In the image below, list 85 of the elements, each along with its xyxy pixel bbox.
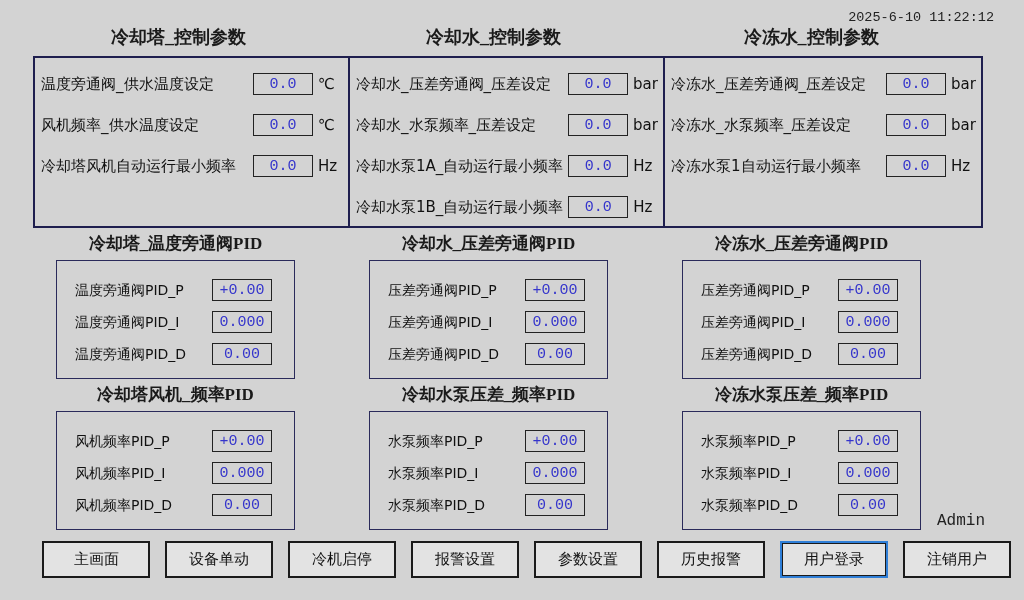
pid-title: 冷冻水泵压差_频率PID — [714, 385, 889, 405]
param-label: 冷冻水_压差旁通阀_压差设定 — [671, 75, 867, 93]
param-label: 水泵频率PID_D — [700, 496, 800, 514]
value-field[interactable]: +0.00 — [212, 430, 272, 452]
value-field[interactable]: 0.0 — [568, 155, 629, 177]
pid-title: 冷却水_压差旁通阀PID — [401, 234, 576, 254]
panel-title: 冷冻水_控制参数 — [743, 26, 880, 49]
nav-button[interactable]: 注销用户 — [903, 541, 1011, 578]
value-field[interactable]: 0.0 — [253, 73, 313, 95]
param-label: 风机频率PID_I — [74, 464, 167, 482]
unit-label: Hz — [318, 157, 339, 175]
param-label: 风机频率PID_P — [74, 432, 171, 450]
unit-label: bar — [951, 116, 977, 134]
param-label: 温度旁通阀PID_I — [74, 313, 181, 331]
value-field[interactable]: 0.0 — [253, 114, 313, 136]
value-field[interactable]: 0.000 — [525, 462, 585, 484]
nav-button[interactable]: 主画面 — [42, 541, 150, 578]
unit-label: bar — [633, 75, 659, 93]
panel-title: 冷却水_控制参数 — [426, 26, 562, 49]
pid-title: 冷却塔风机_频率PID — [97, 385, 254, 405]
datetime-text: 2025-6-10 11:22:12 — [848, 10, 994, 26]
param-label: 冷冻水泵1自动运行最小频率 — [671, 157, 862, 175]
param-label: 冷却水_水泵频率_压差设定 — [356, 116, 537, 134]
value-field[interactable]: 0.0 — [886, 155, 946, 177]
value-field[interactable]: 0.00 — [838, 494, 898, 516]
value-field[interactable]: 0.00 — [525, 343, 585, 365]
unit-label: Hz — [633, 157, 654, 175]
param-label: 水泵频率PID_P — [700, 432, 797, 450]
param-label: 风机频率_供水温度设定 — [41, 116, 200, 134]
unit-label: bar — [633, 116, 659, 134]
value-field[interactable]: 0.000 — [212, 311, 272, 333]
value-field[interactable]: 0.00 — [212, 494, 272, 516]
nav-button[interactable]: 历史报警 — [657, 541, 765, 578]
value-field[interactable]: 0.0 — [886, 114, 946, 136]
value-field[interactable]: 0.0 — [253, 155, 313, 177]
param-label: 风机频率PID_D — [74, 496, 174, 514]
param-label: 冷却塔风机自动运行最小频率 — [41, 157, 237, 175]
value-field[interactable]: 0.00 — [838, 343, 898, 365]
value-field[interactable]: 0.000 — [212, 462, 272, 484]
param-label: 冷却水_压差旁通阀_压差设定 — [356, 75, 552, 93]
unit-label: Hz — [633, 198, 654, 216]
value-field[interactable]: 0.000 — [838, 462, 898, 484]
value-field[interactable]: +0.00 — [525, 430, 585, 452]
value-field[interactable]: 0.000 — [838, 311, 898, 333]
value-field[interactable]: 0.0 — [568, 196, 629, 218]
user-name: Admin — [937, 512, 985, 530]
param-label: 水泵频率PID_I — [387, 464, 480, 482]
unit-label: bar — [951, 75, 977, 93]
param-label: 水泵频率PID_D — [387, 496, 487, 514]
value-field[interactable]: +0.00 — [838, 279, 898, 301]
pid-title: 冷冻水_压差旁通阀PID — [714, 234, 889, 254]
param-label: 压差旁通阀PID_D — [700, 345, 814, 363]
param-label: 压差旁通阀PID_I — [700, 313, 807, 331]
param-label: 压差旁通阀PID_I — [387, 313, 494, 331]
panel-title: 冷却塔_控制参数 — [111, 26, 247, 49]
value-field[interactable]: 0.0 — [568, 114, 628, 136]
value-field[interactable]: 0.0 — [568, 73, 628, 95]
pid-title: 冷却水泵压差_频率PID — [401, 385, 576, 405]
param-label: 压差旁通阀PID_P — [700, 281, 811, 299]
nav-button[interactable]: 冷机启停 — [288, 541, 396, 578]
value-field[interactable]: +0.00 — [525, 279, 585, 301]
param-label: 冷却水泵1A_自动运行最小频率 — [356, 157, 564, 175]
param-label: 温度旁通阀PID_P — [74, 281, 185, 299]
value-field[interactable]: +0.00 — [838, 430, 898, 452]
nav-button[interactable]: 设备单动 — [165, 541, 273, 578]
param-label: 水泵频率PID_P — [387, 432, 484, 450]
param-label: 温度旁通阀PID_D — [74, 345, 188, 363]
param-label: 压差旁通阀PID_D — [387, 345, 501, 363]
value-field[interactable]: 0.00 — [212, 343, 272, 365]
value-field[interactable]: +0.00 — [212, 279, 272, 301]
pid-title: 冷却塔_温度旁通阀PID — [88, 234, 263, 254]
param-label: 水泵频率PID_I — [700, 464, 793, 482]
nav-button[interactable]: 报警设置 — [411, 541, 519, 578]
param-label: 冷冻水_水泵频率_压差设定 — [671, 116, 852, 134]
value-field[interactable]: 0.00 — [525, 494, 585, 516]
param-label: 温度旁通阀_供水温度设定 — [41, 75, 215, 93]
param-label: 压差旁通阀PID_P — [387, 281, 498, 299]
unit-label: ℃ — [318, 116, 336, 134]
nav-button[interactable]: 用户登录 — [780, 541, 888, 578]
unit-label: Hz — [951, 157, 972, 175]
value-field[interactable]: 0.0 — [886, 73, 946, 95]
unit-label: ℃ — [318, 75, 336, 93]
nav-button[interactable]: 参数设置 — [534, 541, 642, 578]
param-label: 冷却水泵1B_自动运行最小频率 — [356, 198, 564, 216]
value-field[interactable]: 0.000 — [525, 311, 585, 333]
